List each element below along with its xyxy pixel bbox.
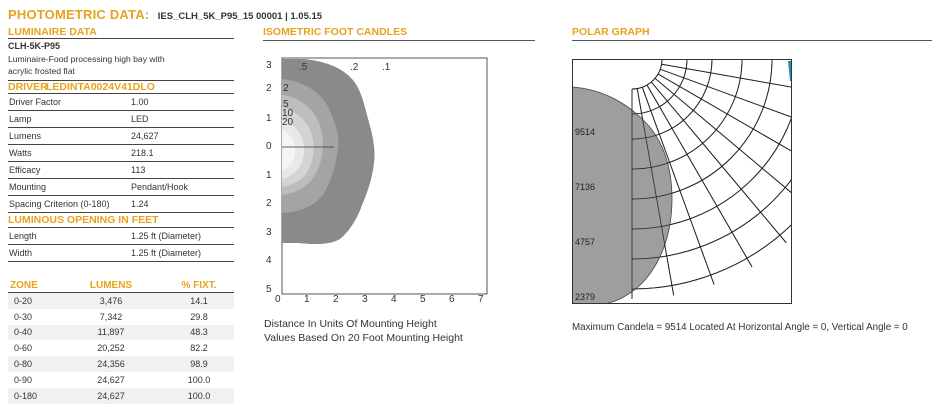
driver-row: Lumens 24,627 [8,128,234,145]
candela-label: 9514 [575,127,595,137]
iso-x-tick-label: 3 [362,294,368,305]
luminaire-section-title: LUMINAIRE DATA [8,26,234,39]
iso-y-tick-label: 4 [266,255,272,266]
percent-header: % FIXT. [181,279,217,291]
zone-row: 0-90 24,627 100.0 [14,374,211,385]
contour-label: 2 [283,83,289,94]
driver-value: LEDINTA0024V41DLO [46,81,155,93]
header-subtitle: IES_CLH_5K_P95_15 00001 | 1.05.15 [157,11,323,22]
driver-row: Mounting Pendant/Hook [8,179,234,196]
driver-table: Driver Factor 1.00 Lamp LED Lumens 24,627 W… [8,94,234,213]
candela-label: 2379 [575,292,595,302]
contour-label: .5 [299,62,308,73]
isometric-caption-line-2: Values Based On 20 Foot Mounting Height [264,332,463,344]
contour-label: .1 [382,62,391,73]
iso-y-tick-label: 5 [266,284,272,295]
zone-table-header: ZONE LUMENS % FIXT. [8,278,234,293]
photometric-header: PHOTOMETRIC DATA: IES_CLH_5K_P95_15 0000… [8,6,322,24]
driver-header: DRIVER LEDINTA0024V41DLO [8,80,234,94]
isometric-section-title: ISOMETRIC FOOT CANDLES [263,26,408,38]
iso-y-tick-label: 1 [266,170,272,181]
opening-table: Length 1.25 ft (Diameter) Width 1.25 ft (D… [8,228,234,262]
lumens-header: LUMENS [89,279,133,291]
zone-row: 0-20 3,476 14.1 [8,293,234,309]
zone-row: 0-30 7,342 29.8 [14,311,208,322]
luminaire-description: Luminaire-Food processing high bay with … [8,53,234,77]
isometric-caption: Distance In Units Of Mounting Height Val… [264,317,463,345]
iso-y-tick-label: 1 [266,113,272,124]
contour-label: 20 [282,117,294,128]
driver-row: Spacing Criterion (0-180) 1.24 [8,196,234,213]
driver-row: Watts 218.1 [8,145,234,162]
iso-x-tick-label: 5 [420,294,426,305]
opening-row: Width 1.25 ft (Diameter) [8,245,234,262]
driver-row: Efficacy 113 [8,162,234,179]
opening-section-title: LUMINOUS OPENING IN FEET [8,213,234,228]
polar-caption: Maximum Candela = 9514 Located At Horizo… [572,322,908,333]
driver-row: Lamp LED [8,111,234,128]
candela-label: 7136 [575,182,595,192]
driver-row: Driver Factor 1.00 [8,94,234,111]
description-line-1: Luminaire-Food processing high bay with [8,54,165,64]
iso-x-tick-label: 7 [478,294,484,305]
opening-row: Length 1.25 ft (Diameter) [8,228,234,245]
zone-row: 0-60 20,252 82.2 [14,343,208,354]
polar-section-title: POLAR GRAPH [572,26,650,38]
driver-label: DRIVER [8,81,48,93]
iso-x-tick-label: 6 [449,294,455,305]
isometric-caption-line-1: Distance In Units Of Mounting Height [264,318,437,330]
luminaire-model: CLH-5K-P95 [8,41,61,51]
candela-label: 4757 [575,237,595,247]
iso-y-tick-label: 2 [266,198,272,209]
iso-x-tick-label: 4 [391,294,397,305]
iso-y-tick-label: 2 [266,83,272,94]
header-title: PHOTOMETRIC DATA: [8,7,150,22]
zone-header: ZONE [10,279,38,291]
zone-row: 0-180 24,627 100.0 [8,387,234,404]
iso-x-tick-label: 2 [333,294,339,305]
polar-graph: 9514 7136 4757 2379 [572,59,792,304]
zone-lumens-table: ZONE LUMENS % FIXT. 0-20 3,476 14.1 0-30 7,… [8,278,234,404]
luminaire-data-panel: LUMINAIRE DATA CLH-5K-P95 Luminaire-Food… [8,26,234,262]
iso-y-tick-label: 0 [266,141,272,152]
isometric-rule [263,40,535,41]
zone-row: 0-80 24,356 98.9 [8,356,234,372]
isometric-footcandle-plot: 321012345 01234567 .5 .2 .1 2 5 10 20 [266,57,488,305]
iso-x-tick-label: 1 [304,294,310,305]
polar-rule [572,40,932,41]
iso-y-tick-label: 3 [266,60,272,71]
description-line-2: acrylic frosted flat [8,66,75,76]
iso-y-tick-label: 3 [266,227,272,238]
iso-x-tick-label: 0 [275,294,281,305]
contour-label: .2 [350,62,359,73]
zone-row: 0-40 11,897 48.3 [8,324,234,341]
